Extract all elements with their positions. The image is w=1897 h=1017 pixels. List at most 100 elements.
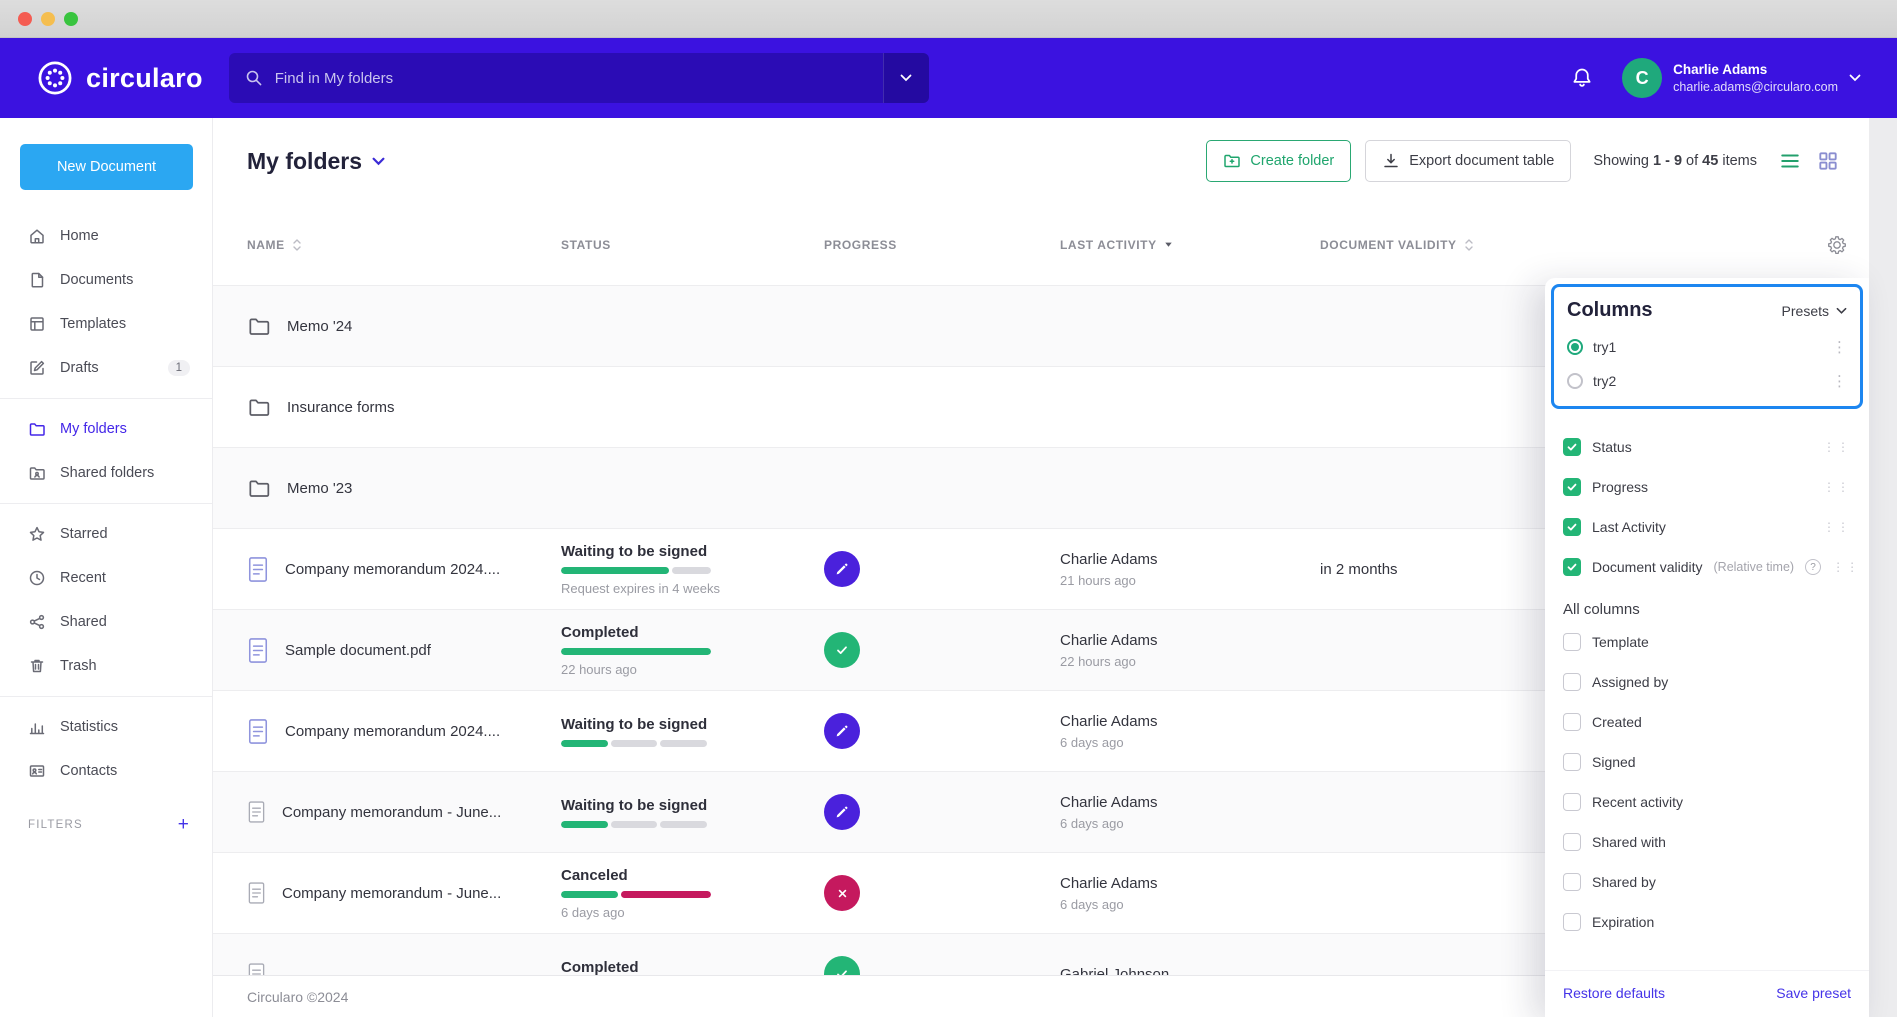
sidebar-item-statistics[interactable]: Statistics bbox=[0, 705, 212, 749]
help-question-icon[interactable]: ? bbox=[1805, 559, 1821, 575]
search-icon bbox=[229, 69, 275, 87]
column-settings-gear-icon[interactable] bbox=[1827, 235, 1869, 255]
folder-icon bbox=[247, 476, 271, 500]
drag-handle-icon[interactable]: ⋮⋮ bbox=[1823, 440, 1851, 454]
checkbox-unchecked[interactable] bbox=[1563, 673, 1581, 691]
clock-icon bbox=[28, 569, 46, 587]
sidebar-item-home[interactable]: Home bbox=[0, 214, 212, 258]
preset-menu-kebab-icon[interactable]: ⋮ bbox=[1832, 338, 1847, 356]
sidebar-item-label: Home bbox=[60, 228, 99, 244]
column-header-name[interactable]: NAME bbox=[247, 238, 561, 252]
status-progress-bar bbox=[561, 821, 711, 828]
create-folder-button[interactable]: Create folder bbox=[1206, 140, 1351, 182]
sidebar-item-trash[interactable]: Trash bbox=[0, 644, 212, 688]
preset-name: try2 bbox=[1593, 373, 1616, 389]
sidebar-item-starred[interactable]: Starred bbox=[0, 512, 212, 556]
checkbox-unchecked[interactable] bbox=[1563, 753, 1581, 771]
sidebar-item-label: Starred bbox=[60, 526, 108, 542]
sidebar-item-shared[interactable]: Shared bbox=[0, 600, 212, 644]
column-toggle-signed[interactable]: Signed bbox=[1563, 742, 1851, 782]
activity-user: Gabriel Johnson bbox=[1060, 966, 1320, 976]
preset-radio-selected[interactable] bbox=[1567, 339, 1583, 355]
column-toggle-recent-activity[interactable]: Recent activity bbox=[1563, 782, 1851, 822]
drag-handle-icon[interactable]: ⋮⋮ bbox=[1823, 520, 1851, 534]
sidebar: New Document Home Documents Templates Dr… bbox=[0, 118, 213, 1017]
activity-user: Charlie Adams bbox=[1060, 632, 1320, 649]
export-table-button[interactable]: Export document table bbox=[1365, 140, 1571, 182]
notifications-bell-icon[interactable] bbox=[1570, 66, 1594, 90]
checkbox-unchecked[interactable] bbox=[1563, 633, 1581, 651]
column-toggle-assigned-by[interactable]: Assigned by bbox=[1563, 662, 1851, 702]
drag-handle-icon[interactable]: ⋮⋮ bbox=[1823, 480, 1851, 494]
presets-dropdown-toggle[interactable]: Presets bbox=[1782, 303, 1847, 319]
canceled-x-icon bbox=[824, 875, 860, 911]
app-header: circularo C bbox=[0, 38, 1897, 118]
view-toggle bbox=[1779, 150, 1839, 172]
status-subtext: 6 days ago bbox=[561, 905, 625, 920]
shared-folder-icon bbox=[28, 464, 46, 482]
column-toggle-shared-with[interactable]: Shared with bbox=[1563, 822, 1851, 862]
search-input[interactable] bbox=[275, 53, 883, 103]
list-view-icon[interactable] bbox=[1779, 150, 1801, 172]
document-icon bbox=[247, 962, 266, 975]
drafts-count-badge: 1 bbox=[168, 360, 190, 376]
sidebar-item-shared-folders[interactable]: Shared folders bbox=[0, 451, 212, 495]
sidebar-item-templates[interactable]: Templates bbox=[0, 302, 212, 346]
column-header-last-activity[interactable]: LAST ACTIVITY bbox=[1060, 238, 1320, 252]
user-menu[interactable]: C Charlie Adams charlie.adams@circularo.… bbox=[1622, 58, 1861, 98]
activity-time: 22 hours ago bbox=[1060, 654, 1320, 669]
sidebar-item-recent[interactable]: Recent bbox=[0, 556, 212, 600]
all-columns-heading: All columns bbox=[1563, 601, 1851, 618]
preset-row-try2[interactable]: try2 ⋮ bbox=[1567, 364, 1847, 398]
visible-columns-list: Status ⋮⋮ Progress ⋮⋮ Last Activity ⋮⋮ D… bbox=[1545, 415, 1869, 942]
column-toggle-expiration[interactable]: Expiration bbox=[1563, 902, 1851, 942]
share-icon bbox=[28, 613, 46, 631]
preset-radio[interactable] bbox=[1567, 373, 1583, 389]
sidebar-item-drafts[interactable]: Drafts 1 bbox=[0, 346, 212, 390]
sidebar-nav: Home Documents Templates Drafts 1 bbox=[0, 214, 212, 793]
checkbox-checked[interactable] bbox=[1563, 478, 1581, 496]
draft-pencil-icon bbox=[28, 359, 46, 377]
zoom-window-button[interactable] bbox=[64, 12, 78, 26]
column-toggle-last-activity[interactable]: Last Activity ⋮⋮ bbox=[1563, 507, 1851, 547]
activity-user: Charlie Adams bbox=[1060, 713, 1320, 730]
add-filter-button[interactable]: + bbox=[178, 815, 190, 834]
sidebar-item-contacts[interactable]: Contacts bbox=[0, 749, 212, 793]
minimize-window-button[interactable] bbox=[41, 12, 55, 26]
checkbox-unchecked[interactable] bbox=[1563, 833, 1581, 851]
brand-logo[interactable]: circularo bbox=[36, 59, 203, 97]
column-toggle-shared-by[interactable]: Shared by bbox=[1563, 862, 1851, 902]
sidebar-item-documents[interactable]: Documents bbox=[0, 258, 212, 302]
column-toggle-status[interactable]: Status ⋮⋮ bbox=[1563, 427, 1851, 467]
column-header-document-validity[interactable]: DOCUMENT VALIDITY bbox=[1320, 238, 1809, 252]
restore-defaults-link[interactable]: Restore defaults bbox=[1563, 985, 1665, 1001]
close-window-button[interactable] bbox=[18, 12, 32, 26]
checkbox-unchecked[interactable] bbox=[1563, 793, 1581, 811]
folder-icon bbox=[28, 420, 46, 438]
checkbox-checked[interactable] bbox=[1563, 518, 1581, 536]
activity-time: 21 hours ago bbox=[1060, 573, 1320, 588]
status-label: Waiting to be signed bbox=[561, 797, 707, 814]
new-document-button[interactable]: New Document bbox=[20, 144, 193, 190]
checkbox-unchecked[interactable] bbox=[1563, 873, 1581, 891]
sidebar-item-my-folders[interactable]: My folders bbox=[0, 407, 212, 451]
grid-view-icon[interactable] bbox=[1817, 150, 1839, 172]
column-toggle-template[interactable]: Template bbox=[1563, 622, 1851, 662]
preset-row-try1[interactable]: try1 ⋮ bbox=[1567, 330, 1847, 364]
drag-handle-icon[interactable]: ⋮⋮ bbox=[1832, 560, 1860, 574]
search-scope-dropdown[interactable] bbox=[883, 53, 929, 103]
checkbox-checked[interactable] bbox=[1563, 558, 1581, 576]
save-preset-link[interactable]: Save preset bbox=[1776, 985, 1851, 1001]
checkbox-unchecked[interactable] bbox=[1563, 713, 1581, 731]
column-toggle-document-validity[interactable]: Document validity (Relative time) ? ⋮⋮ bbox=[1563, 547, 1851, 587]
search-bar[interactable] bbox=[229, 53, 929, 103]
checkbox-checked[interactable] bbox=[1563, 438, 1581, 456]
sidebar-item-label: Templates bbox=[60, 316, 126, 332]
scrollbar-gutter bbox=[1869, 118, 1897, 1017]
checkbox-unchecked[interactable] bbox=[1563, 913, 1581, 931]
activity-time: 6 days ago bbox=[1060, 897, 1320, 912]
column-toggle-progress[interactable]: Progress ⋮⋮ bbox=[1563, 467, 1851, 507]
preset-menu-kebab-icon[interactable]: ⋮ bbox=[1832, 372, 1847, 390]
page-title-dropdown[interactable]: My folders bbox=[247, 148, 385, 175]
column-toggle-created[interactable]: Created bbox=[1563, 702, 1851, 742]
